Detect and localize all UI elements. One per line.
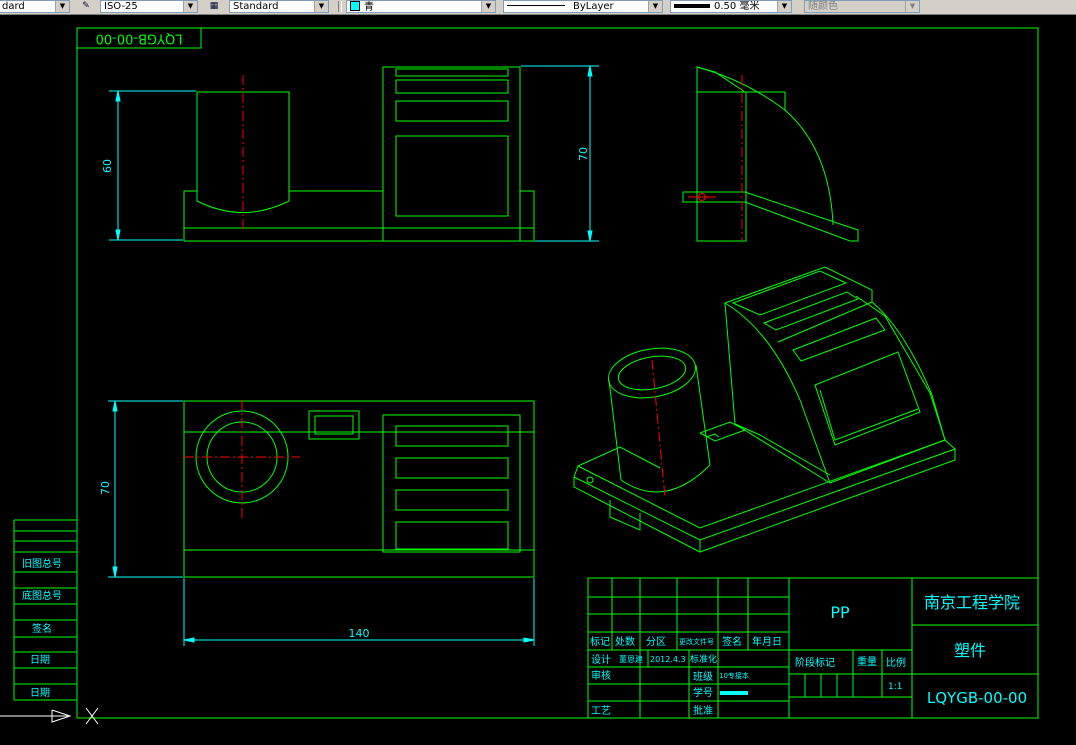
- tb-part-name: 塑件: [954, 641, 986, 660]
- chevron-down-icon: ▼: [481, 1, 495, 12]
- tb-class-label: 班级: [693, 671, 713, 683]
- tb-stage-label: 阶段标记: [795, 656, 835, 669]
- dim-70-top-label: 70: [99, 481, 112, 495]
- side-table-label: 旧图总号: [22, 557, 62, 570]
- dimension-60: [109, 90, 196, 241]
- tb-weight-label: 重量: [857, 655, 877, 668]
- ucs-icon: [0, 707, 99, 725]
- tb-school: 南京工程学院: [924, 593, 1020, 612]
- side-table-label: 签名: [32, 622, 52, 635]
- top-view: [183, 400, 535, 578]
- plot-style-select: 随颜色 ▼: [804, 0, 920, 13]
- chevron-down-icon: ▼: [648, 1, 662, 12]
- dimension-70-top: [108, 400, 183, 578]
- dim-70-front-label: 70: [577, 147, 590, 161]
- color-value: 青: [364, 2, 374, 13]
- lineweight-select[interactable]: 0.50 毫米 ▼: [670, 0, 792, 13]
- tb-process-label: 工艺: [591, 705, 611, 717]
- tb-scale-value: 1:1: [888, 682, 902, 692]
- chevron-down-icon: ▼: [314, 1, 328, 12]
- linetype-value: ByLayer: [573, 1, 614, 12]
- isometric-view: [573, 266, 956, 553]
- color-select[interactable]: 青 ▼: [346, 0, 496, 13]
- dim-60-label: 60: [101, 159, 114, 173]
- properties-toolbar: dard ▼ ✎ ISO-25 ▼ ▦ Standard ▼ 青 ▼ ByLayer ▼ …: [0, 0, 1076, 15]
- dim-style-select[interactable]: ISO-25 ▼: [100, 0, 198, 13]
- chevron-down-icon: ▼: [905, 1, 919, 12]
- tb-header-cell: 年月日: [752, 635, 782, 648]
- tb-approve-label: 批准: [693, 704, 713, 717]
- tb-header-cell: 标记: [590, 636, 610, 648]
- tb-header-cell: 签名: [722, 635, 742, 648]
- drawing-frame: [76, 27, 1039, 719]
- tb-scale-label: 比例: [886, 656, 906, 669]
- plot-style-value: 随颜色: [808, 1, 838, 12]
- chevron-down-icon: ▼: [777, 1, 791, 12]
- text-style-value: dard: [2, 1, 25, 12]
- tb-review-label: 审核: [591, 669, 611, 682]
- side-table: [13, 519, 77, 701]
- tb-header-cell: 处数: [615, 635, 635, 648]
- tb-standardize-label: 标准化: [690, 653, 717, 665]
- tb-header-cell: 更改文件号: [679, 637, 714, 646]
- linetype-select[interactable]: ByLayer ▼: [503, 0, 663, 13]
- table-style-value: Standard: [233, 1, 279, 12]
- table-style-icon[interactable]: ▦: [207, 0, 221, 13]
- chevron-down-icon: ▼: [55, 1, 69, 12]
- tb-class-value: 10专接本: [719, 671, 749, 680]
- side-table-label: 底图总号: [22, 589, 62, 602]
- front-view: [183, 66, 535, 242]
- toolbar-separator: [338, 1, 342, 12]
- student-no-fill: [720, 691, 748, 695]
- lineweight-sample-icon: [674, 4, 710, 8]
- tb-date: 2012.4.3: [650, 655, 686, 664]
- dim-style-value: ISO-25: [104, 1, 138, 12]
- side-table-label: 日期: [30, 687, 50, 699]
- tb-design-label: 设计: [591, 653, 611, 666]
- side-view: [682, 66, 859, 242]
- tb-drawing-no: LQYGB-00-00: [927, 689, 1027, 707]
- color-swatch-icon: [350, 1, 360, 11]
- tb-header-cell: 分区: [646, 636, 666, 648]
- side-table-label: 日期: [30, 654, 50, 666]
- chevron-down-icon: ▼: [183, 1, 197, 12]
- tb-material: PP: [830, 603, 850, 622]
- tb-student-no-label: 学号: [693, 686, 713, 699]
- stamp-label: LQYGB-00-00: [96, 31, 183, 46]
- text-style-select[interactable]: dard ▼: [0, 0, 70, 13]
- tb-designer: 董恩建: [619, 654, 643, 664]
- dim-140-label: 140: [349, 627, 370, 640]
- lineweight-value: 0.50 毫米: [714, 1, 760, 12]
- dimension-style-icon[interactable]: ✎: [79, 0, 93, 13]
- linetype-sample-icon: [507, 5, 565, 6]
- table-style-select[interactable]: Standard ▼: [229, 0, 329, 13]
- drawing-canvas[interactable]: LQYGB-00-00 60 70 70 140 旧图总号 底图总号 签名 日期…: [0, 14, 1076, 741]
